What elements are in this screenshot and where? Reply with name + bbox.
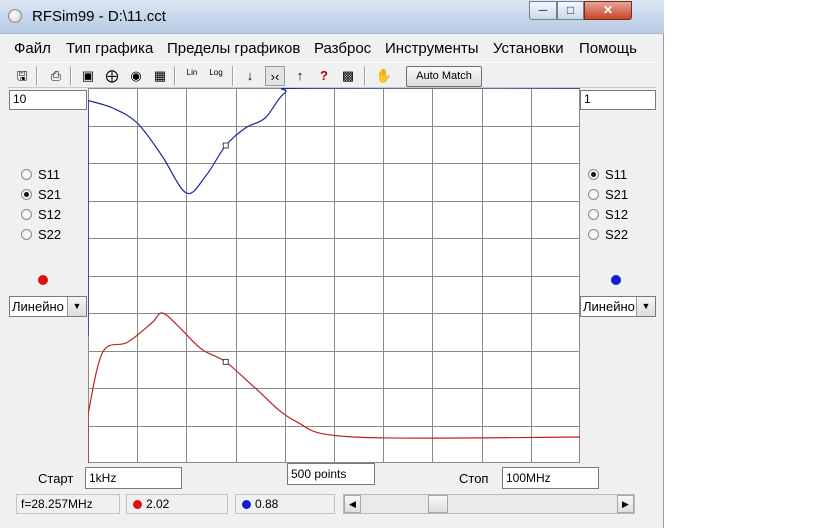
right-radio-s22[interactable]: S22 [588,226,628,244]
stop-label: Стоп [459,471,489,486]
lin-scale-icon[interactable]: Lin [182,66,202,86]
right-trace-color-icon [611,275,621,285]
table-icon[interactable]: ▦ [150,66,170,86]
menu-settings[interactable]: Установки [493,40,564,57]
right-top-limit-field[interactable]: 1 [580,90,656,110]
toolbar: 🖫 ⎙ ▣ ⨁ ◉ ▦ Lin Log ↓ ›‹ ↑ ? ▩ ✋ Auto Ma… [8,62,656,88]
arrow-down-icon[interactable]: ↓ [240,66,260,86]
print-icon[interactable]: ⎙ [46,66,66,86]
menu-chart-limits[interactable]: Пределы графиков [167,40,300,57]
right-scale-select[interactable]: Линейно ▼ [580,296,656,317]
right-radio-s12[interactable]: S12 [588,206,628,224]
log-scale-icon[interactable]: Log [206,66,226,86]
scroll-right-button[interactable]: ▶ [617,495,634,513]
toolbar-separator [174,66,176,86]
scroll-left-button[interactable]: ◀ [344,495,361,513]
left-value-readout: 2.02 [126,494,228,514]
save-icon[interactable]: 🖫 [12,66,32,86]
right-value-readout: 0.88 [235,494,335,514]
points-field[interactable]: 500 points [287,463,375,485]
radio-icon [21,209,32,220]
radio-icon [21,169,32,180]
start-label: Старт [38,471,74,486]
radio-icon [588,229,599,240]
radio-checked-icon [21,189,32,200]
rect-plot-icon[interactable]: ▣ [78,66,98,86]
frequency-scrollbar[interactable]: ◀ ▶ [343,494,635,514]
radio-icon [21,229,32,240]
left-radio-s11[interactable]: S11 [21,166,60,184]
maximize-button[interactable]: □ [557,1,584,20]
toolbar-separator [36,66,38,86]
cursor-icon[interactable]: ✋ [374,66,394,86]
arrow-up-icon[interactable]: ↑ [290,66,310,86]
scroll-thumb[interactable] [428,495,448,513]
chevron-down-icon: ▼ [67,297,86,316]
left-scale-select[interactable]: Линейно ▼ [9,296,87,317]
right-radio-s11[interactable]: S11 [588,166,627,184]
menu-file[interactable]: Файл [14,40,51,57]
right-radio-s21[interactable]: S21 [588,186,628,204]
toolbar-separator [364,66,366,86]
auto-match-button[interactable]: Auto Match [406,66,482,87]
minimize-button[interactable]: ─ [529,1,557,20]
menu-chart-type[interactable]: Тип графика [66,40,153,57]
left-top-limit-field[interactable]: 10 [9,90,87,110]
left-radio-s21[interactable]: S21 [21,186,61,204]
app-icon [8,9,22,23]
toolbar-separator [70,66,72,86]
radio-checked-icon [588,169,599,180]
close-button[interactable]: ✕ [584,1,632,20]
qr-icon[interactable]: ▩ [338,66,358,86]
cursor-marker [222,142,229,149]
title-bar[interactable]: RFSim99 - D:\11.cct ─ □ ✕ [0,0,664,34]
menu-tools[interactable]: Инструменты [385,40,479,57]
frequency-readout: f=28.257MHz [16,494,120,514]
polar-plot-icon[interactable]: ◉ [126,66,146,86]
menu-help[interactable]: Помощь [579,40,637,57]
stop-frequency-field[interactable]: 100MHz [502,467,599,489]
left-trace-color-icon [38,275,48,285]
chevron-down-icon: ▼ [636,297,655,316]
smith-chart-icon[interactable]: ⨁ [102,66,122,86]
menu-bar: Файл Тип графика Пределы графиков Разбро… [8,36,656,60]
narrow-icon[interactable]: ›‹ [265,66,285,86]
help-icon[interactable]: ? [314,66,334,86]
toolbar-separator [232,66,234,86]
app-window: RFSim99 - D:\11.cct ─ □ ✕ Файл Тип графи… [0,0,664,528]
start-frequency-field[interactable]: 1kHz [85,467,182,489]
menu-spread[interactable]: Разброс [314,40,371,57]
radio-icon [588,189,599,200]
blue-dot-icon [242,500,251,509]
radio-icon [588,209,599,220]
plot-area[interactable] [88,88,580,463]
left-radio-s22[interactable]: S22 [21,226,61,244]
red-dot-icon [133,500,142,509]
window-title: RFSim99 - D:\11.cct [32,8,166,25]
left-radio-s12[interactable]: S12 [21,206,61,224]
cursor-marker [222,358,229,365]
